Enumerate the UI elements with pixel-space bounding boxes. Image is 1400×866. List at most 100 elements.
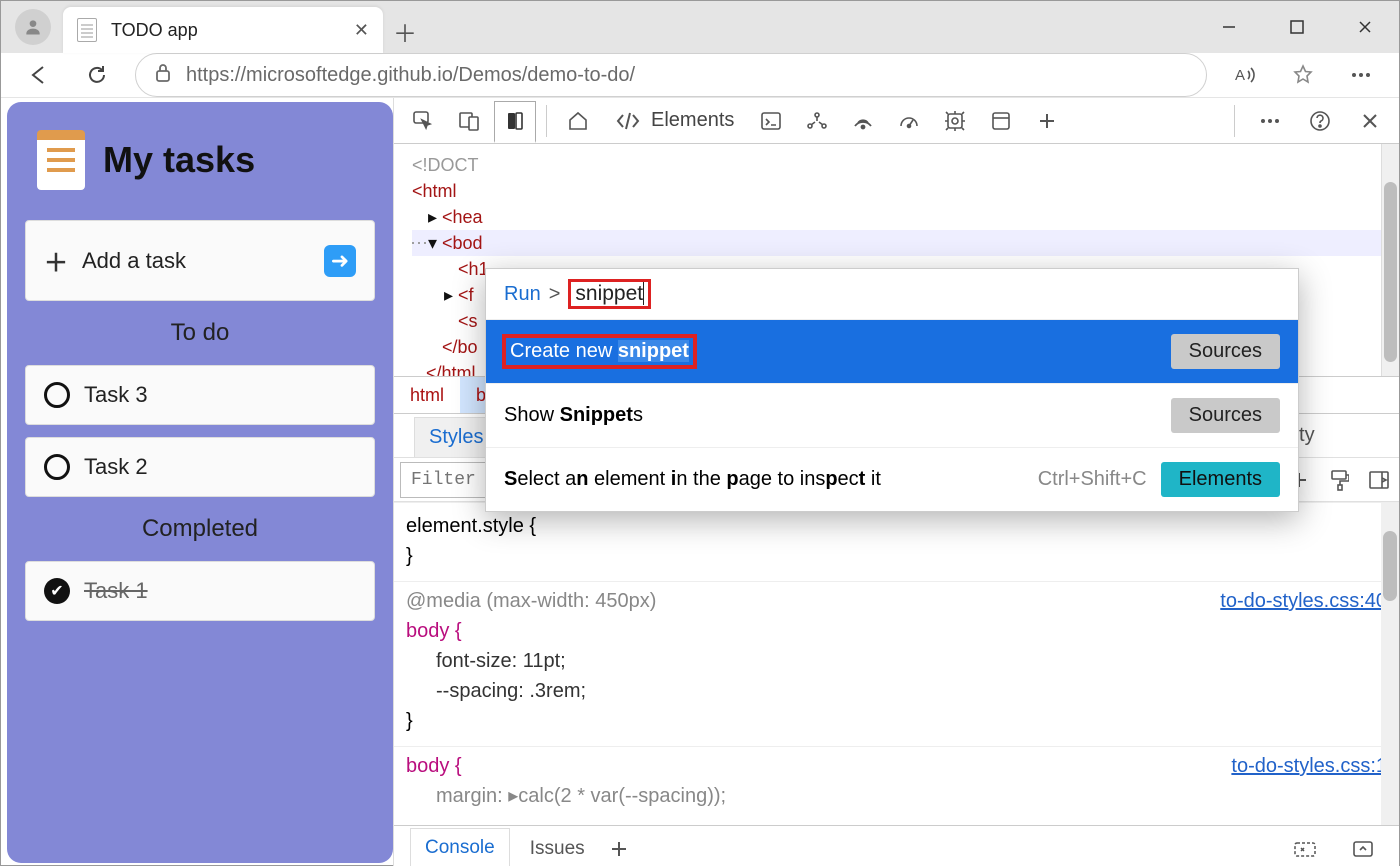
task-row[interactable]: Task 3: [25, 365, 375, 425]
more-menu-icon[interactable]: [1341, 55, 1381, 95]
rule-brace: }: [406, 706, 1387, 736]
rule-brace: }: [406, 541, 1387, 571]
sources-tab-icon[interactable]: [796, 100, 838, 142]
row-badge: Sources: [1171, 334, 1280, 369]
styles-body[interactable]: element.style { } @media (max-width: 450…: [394, 502, 1399, 825]
task-row-completed[interactable]: ✔ Task 1: [25, 561, 375, 621]
inspect-element-icon[interactable]: [402, 100, 444, 142]
dom-node[interactable]: <hea: [442, 204, 483, 230]
rule-selector[interactable]: element.style {: [406, 511, 1387, 541]
new-tab-button[interactable]: ＋: [383, 9, 427, 53]
css-property[interactable]: --spacing: .3rem;: [406, 676, 1387, 706]
clipboard-icon: [37, 130, 85, 190]
task-label: Task 1: [84, 578, 148, 604]
palette-input-row: Run > snippet: [486, 269, 1298, 319]
read-aloud-icon[interactable]: A: [1225, 55, 1265, 95]
page-title: My tasks: [103, 139, 255, 181]
dom-node[interactable]: <s: [458, 311, 478, 331]
console-tab-icon[interactable]: [750, 100, 792, 142]
check-icon[interactable]: ✔: [44, 578, 70, 604]
css-property[interactable]: margin: ▸calc(2 * var(--spacing));: [406, 781, 1387, 811]
paint-icon[interactable]: [1319, 460, 1359, 500]
drawer-collapse-icon[interactable]: [1343, 829, 1383, 866]
browser-tab[interactable]: TODO app ✕: [63, 7, 383, 53]
source-link[interactable]: to-do-styles.css:1: [1231, 751, 1387, 781]
selected-row-menu-icon[interactable]: ⋯: [410, 230, 429, 256]
palette-input[interactable]: snippet: [568, 279, 651, 309]
source-link[interactable]: to-do-styles.css:40: [1220, 586, 1387, 616]
window-controls: [1195, 1, 1399, 53]
add-task-label: Add a task: [82, 248, 186, 274]
drawer-issues-tab[interactable]: Issues: [530, 838, 585, 860]
palette-item-create-snippet[interactable]: Create new snippet Sources: [486, 319, 1298, 383]
run-label: Run: [504, 283, 541, 306]
lock-icon: [154, 63, 172, 88]
radio-unchecked-icon[interactable]: [44, 382, 70, 408]
profile-avatar[interactable]: [15, 9, 51, 45]
device-emulation-icon[interactable]: [448, 100, 490, 142]
refresh-button[interactable]: [77, 55, 117, 95]
scrollbar[interactable]: [1381, 144, 1399, 376]
devtools-drawer: Console Issues: [394, 825, 1399, 866]
minimize-button[interactable]: [1195, 1, 1263, 53]
memory-tab-icon[interactable]: [934, 100, 976, 142]
scrollbar[interactable]: [1381, 503, 1399, 825]
radio-unchecked-icon[interactable]: [44, 454, 70, 480]
devtools-more-icon[interactable]: [1249, 100, 1291, 142]
css-property[interactable]: font-size: 11pt;: [406, 646, 1387, 676]
more-tabs-icon[interactable]: [1026, 100, 1068, 142]
url-text: https://microsoftedge.github.io/Demos/de…: [186, 64, 635, 87]
back-button[interactable]: [19, 55, 59, 95]
performance-tab-icon[interactable]: [888, 100, 930, 142]
home-icon[interactable]: [557, 100, 599, 142]
row-text: Select an element in the page to inspect…: [504, 468, 881, 491]
dom-node[interactable]: <h1: [458, 259, 489, 279]
tab-elements[interactable]: Elements: [603, 100, 746, 142]
media-query: @media (max-width: 450px): [406, 590, 656, 612]
maximize-button[interactable]: [1263, 1, 1331, 53]
dom-node[interactable]: </bo: [442, 337, 478, 357]
application-tab-icon[interactable]: [980, 100, 1022, 142]
close-devtools-icon[interactable]: [1349, 100, 1391, 142]
row-shortcut: Ctrl+Shift+C: [1038, 468, 1147, 491]
drawer-add-tab-icon[interactable]: [605, 829, 633, 866]
section-todo: To do: [25, 319, 375, 347]
breadcrumb-html[interactable]: html: [394, 377, 460, 413]
drawer-errors-icon[interactable]: [1285, 829, 1325, 866]
todo-favicon-icon: [77, 18, 97, 42]
caret-icon: >: [549, 283, 561, 306]
dom-doctype: <!DOCT: [412, 152, 1399, 178]
titlebar: TODO app ✕ ＋: [1, 1, 1399, 53]
network-tab-icon[interactable]: [842, 100, 884, 142]
palette-item-select-element[interactable]: Select an element in the page to inspect…: [486, 447, 1298, 511]
browser-window: TODO app ✕ ＋ https://microsoftedge.githu…: [0, 0, 1400, 866]
tab-title: TODO app: [111, 20, 340, 41]
dom-node[interactable]: </html: [426, 363, 476, 376]
task-row[interactable]: Task 2: [25, 437, 375, 497]
row-badge: Elements: [1161, 462, 1280, 497]
task-label: Task 2: [84, 454, 148, 480]
close-window-button[interactable]: [1331, 1, 1399, 53]
dom-node[interactable]: <bod: [442, 230, 483, 256]
computed-sidebar-icon[interactable]: [1359, 460, 1399, 500]
row-badge: Sources: [1171, 398, 1280, 433]
rule-selector[interactable]: body {: [406, 620, 462, 642]
add-task-button[interactable]: ＋ Add a task ➜: [25, 220, 375, 301]
address-bar[interactable]: https://microsoftedge.github.io/Demos/de…: [135, 53, 1207, 97]
drawer-console-tab[interactable]: Console: [410, 828, 510, 866]
help-icon[interactable]: [1299, 100, 1341, 142]
close-tab-icon[interactable]: ✕: [354, 20, 369, 41]
dom-node[interactable]: <html: [412, 181, 457, 201]
dom-node[interactable]: <f: [458, 282, 474, 308]
row-text: Create new: [510, 340, 618, 362]
palette-item-show-snippets[interactable]: Show Snippets Sources: [486, 383, 1298, 447]
welcome-tab-icon[interactable]: [494, 101, 536, 143]
row-match: snippet: [618, 340, 689, 362]
todo-app: My tasks ＋ Add a task ➜ To do Task 3 Tas…: [7, 102, 393, 863]
submit-arrow-icon[interactable]: ➜: [324, 245, 356, 277]
task-label: Task 3: [84, 382, 148, 408]
rule-selector[interactable]: body {: [406, 755, 462, 777]
favorite-icon[interactable]: [1283, 55, 1323, 95]
plus-icon: ＋: [44, 243, 68, 278]
command-palette: Run > snippet Create new snippet Sources…: [485, 268, 1299, 512]
